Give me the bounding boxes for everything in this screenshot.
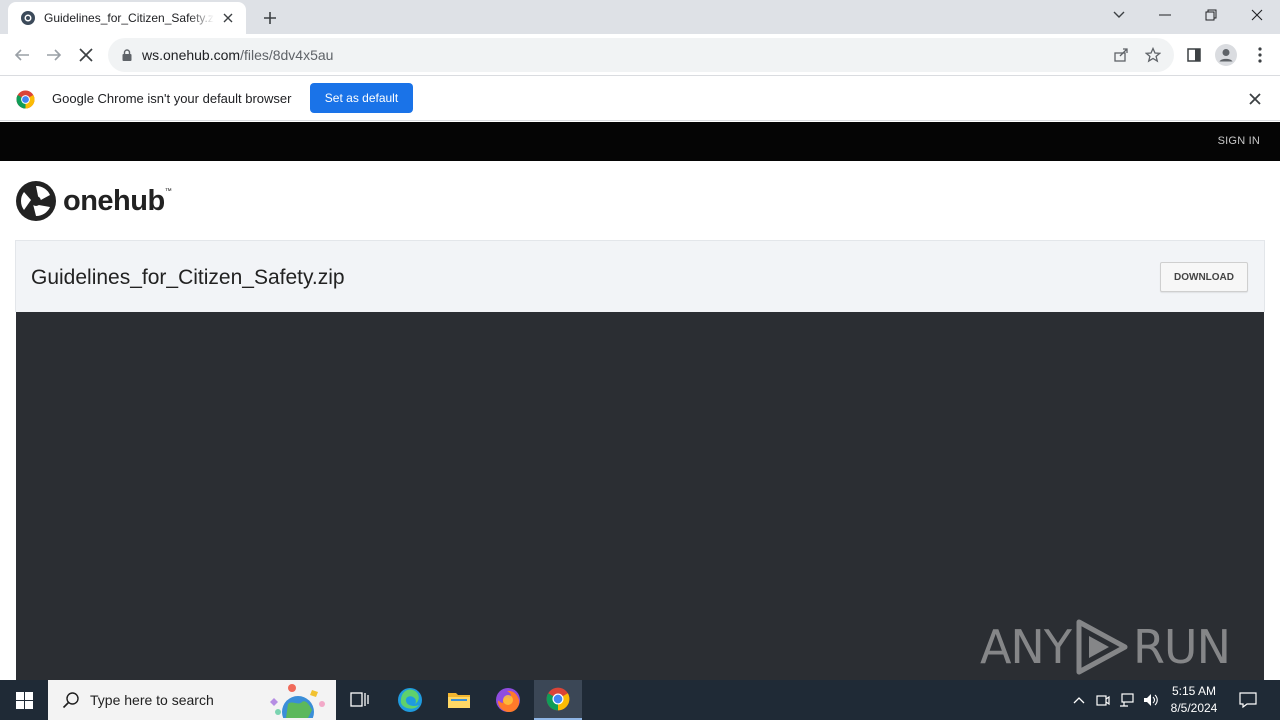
set-as-default-button[interactable]: Set as default bbox=[310, 83, 413, 113]
share-icon[interactable] bbox=[1112, 46, 1130, 64]
tab-active[interactable]: Guidelines_for_Citizen_Safety.zip bbox=[8, 2, 246, 34]
edge-browser-icon[interactable] bbox=[386, 680, 434, 720]
browser-toolbar: ws.onehub.com/files/8dv4x5au bbox=[0, 34, 1280, 76]
volume-icon[interactable] bbox=[1140, 680, 1162, 720]
tab-strip: Guidelines_for_Citizen_Safety.zip bbox=[0, 0, 1280, 34]
restore-icon[interactable] bbox=[1188, 0, 1234, 30]
search-placeholder: Type here to search bbox=[90, 692, 214, 708]
taskbar-clock[interactable]: 5:15 AM 8/5/2024 bbox=[1162, 683, 1226, 717]
infobar-message: Google Chrome isn't your default browser bbox=[52, 91, 292, 106]
anyrun-watermark: ANY RUN bbox=[979, 618, 1231, 676]
new-tab-icon[interactable] bbox=[258, 6, 282, 30]
tab-search-chevron-icon[interactable] bbox=[1096, 0, 1142, 30]
lock-icon bbox=[122, 49, 132, 61]
clock-time: 5:15 AM bbox=[1171, 684, 1217, 698]
side-panel-icon[interactable] bbox=[1178, 39, 1210, 71]
forward-arrow-icon[interactable] bbox=[38, 39, 70, 71]
taskbar-search-box[interactable]: Type here to search bbox=[48, 680, 336, 720]
onehub-logo-icon bbox=[16, 181, 56, 221]
bookmark-star-icon[interactable] bbox=[1144, 46, 1162, 64]
watermark-text-right: RUN bbox=[1132, 620, 1231, 674]
kebab-menu-icon[interactable] bbox=[1244, 39, 1276, 71]
sign-in-link[interactable]: SIGN IN bbox=[1218, 135, 1260, 147]
play-triangle-icon bbox=[1076, 619, 1128, 675]
url-text: ws.onehub.com/files/8dv4x5au bbox=[142, 47, 333, 63]
infobar-close-icon[interactable] bbox=[1246, 90, 1264, 108]
download-button[interactable]: DOWNLOAD bbox=[1160, 262, 1248, 292]
stop-loading-icon[interactable] bbox=[70, 39, 102, 71]
tray-chevron-up-icon[interactable] bbox=[1068, 680, 1090, 720]
back-arrow-icon[interactable] bbox=[6, 39, 38, 71]
onehub-logo[interactable]: onehub ™ bbox=[15, 180, 172, 222]
tab-title: Guidelines_for_Citizen_Safety.zip bbox=[44, 11, 214, 25]
clock-date: 8/5/2024 bbox=[1170, 701, 1218, 715]
tab-close-icon[interactable] bbox=[220, 10, 236, 26]
windows-start-icon[interactable] bbox=[0, 680, 48, 720]
url-path: /files/8dv4x5au bbox=[240, 47, 334, 63]
logo-wordmark: onehub bbox=[63, 184, 165, 217]
chrome-logo-icon bbox=[16, 90, 35, 109]
file-header-card: Guidelines_for_Citizen_Safety.zip DOWNLO… bbox=[15, 240, 1265, 312]
window-close-icon[interactable] bbox=[1234, 0, 1280, 30]
windows-taskbar: Type here to search 5:15 AM 8/5/2024 bbox=[0, 680, 1280, 720]
search-highlight-globe-icon bbox=[270, 684, 325, 718]
watermark-text-left: ANY bbox=[979, 620, 1072, 674]
onehub-favicon-icon bbox=[21, 11, 35, 25]
default-browser-infobar: Google Chrome isn't your default browser… bbox=[0, 77, 1280, 121]
file-name: Guidelines_for_Citizen_Safety.zip bbox=[31, 266, 345, 289]
chrome-taskbar-icon[interactable] bbox=[534, 680, 582, 720]
file-explorer-icon[interactable] bbox=[435, 680, 483, 720]
web-page: SIGN IN onehub ™ Guidelines_for_Citizen_… bbox=[0, 122, 1280, 680]
firefox-icon[interactable] bbox=[484, 680, 532, 720]
trademark-symbol: ™ bbox=[164, 188, 172, 195]
task-view-icon[interactable] bbox=[336, 680, 384, 720]
search-icon bbox=[62, 692, 79, 709]
site-topbar: SIGN IN bbox=[0, 122, 1280, 161]
network-icon[interactable] bbox=[1116, 680, 1138, 720]
minimize-icon[interactable] bbox=[1142, 0, 1188, 30]
url-domain: ws.onehub.com bbox=[142, 47, 241, 63]
address-bar[interactable]: ws.onehub.com/files/8dv4x5au bbox=[108, 38, 1174, 72]
file-preview-area: ANY RUN bbox=[16, 312, 1264, 680]
notifications-icon[interactable] bbox=[1232, 680, 1264, 720]
profile-avatar-icon[interactable] bbox=[1210, 39, 1242, 71]
meet-now-icon[interactable] bbox=[1093, 680, 1113, 720]
